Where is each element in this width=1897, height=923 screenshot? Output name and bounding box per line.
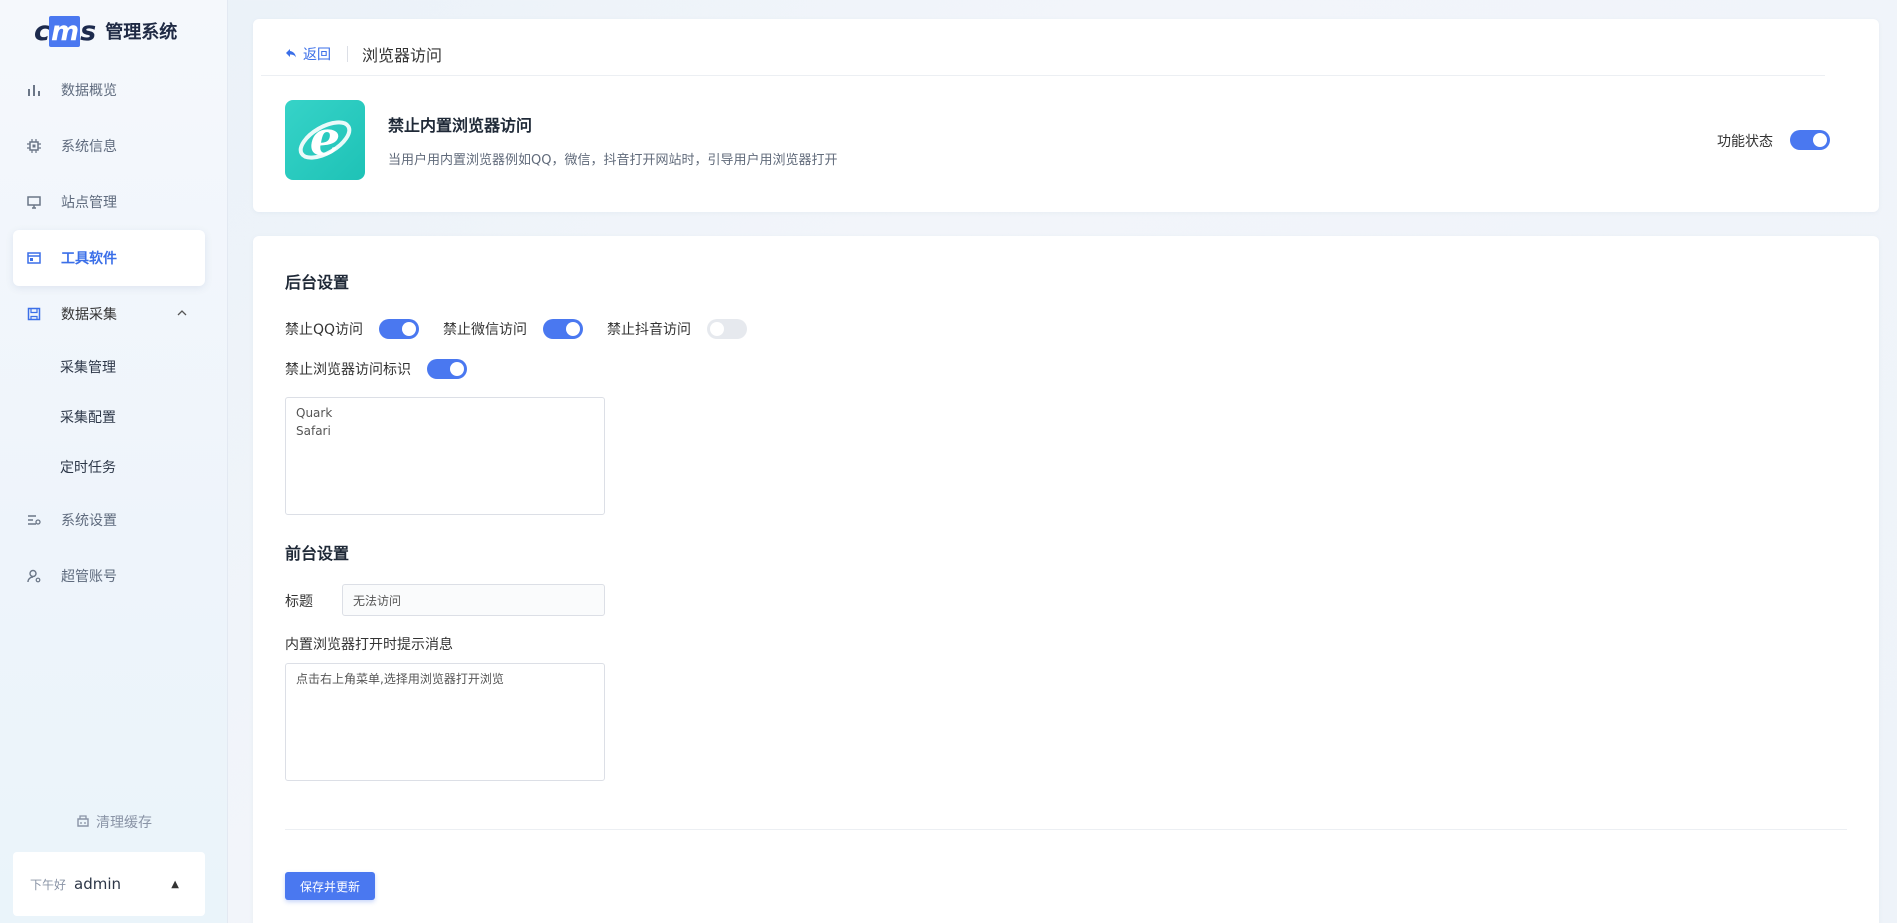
ua-toggle-row: 禁止浏览器访问标识 <box>285 358 467 380</box>
sidebar-item-overview[interactable]: 数据概览 <box>13 62 205 118</box>
feature-header-card: 返回 浏览器访问 e 禁止内置浏览器访问 当用户用内置浏览器例如QQ，微信，抖音… <box>253 19 1879 212</box>
divider <box>261 75 1825 76</box>
feature-title: 禁止内置浏览器访问 <box>388 116 533 135</box>
chevron-up-icon <box>177 307 187 321</box>
ie-browser-icon: e <box>285 100 365 180</box>
sidebar-item-label: 系统设置 <box>61 513 117 529</box>
feature-description: 当用户用内置浏览器例如QQ，微信，抖音打开网站时，引导用户用浏览器打开 <box>388 153 838 168</box>
page-title: 浏览器访问 <box>362 46 443 65</box>
sidebar-item-label: 数据概览 <box>61 83 117 99</box>
bar-chart-icon <box>26 82 42 98</box>
sidebar-item-label: 系统信息 <box>61 139 117 155</box>
backend-settings-title: 后台设置 <box>285 273 350 292</box>
user-key-icon <box>26 568 42 584</box>
sidebar-subitem-scheduled-tasks[interactable]: 定时任务 <box>13 442 205 492</box>
monitor-icon <box>26 194 42 210</box>
app-title: 管理系统 <box>105 22 178 43</box>
greeting: 下午好 <box>30 877 67 892</box>
toggle-label: 禁止浏览器访问标识 <box>285 362 411 378</box>
divider <box>285 829 1847 830</box>
settings-card: 后台设置 禁止QQ访问 禁止微信访问 禁止抖音访问 禁止浏览器访问标识 Quar… <box>253 236 1879 923</box>
user-menu[interactable]: 下午好 admin ▲ <box>13 852 205 916</box>
username: admin <box>74 875 122 893</box>
sidebar-item-label: 工具软件 <box>61 251 117 267</box>
block-ua-toggle[interactable] <box>427 359 467 379</box>
status-label: 功能状态 <box>1717 134 1773 150</box>
sidebar-item-data-collection[interactable]: 数据采集 <box>13 286 205 342</box>
title-field-label: 标题 <box>285 594 313 610</box>
toggle-label: 禁止QQ访问 <box>285 322 364 338</box>
sidebar-nav: 数据概览 系统信息 站点管理 工具软件 数据采集 采集管理 采集配置 定时任务 … <box>13 62 205 604</box>
title-input[interactable] <box>342 584 605 616</box>
toggle-group-wechat: 禁止微信访问 <box>443 319 584 339</box>
caret-up-icon[interactable]: ▲ <box>171 879 179 890</box>
toggle-label: 禁止微信访问 <box>443 322 528 338</box>
frontend-settings-title: 前台设置 <box>285 544 350 563</box>
save-icon <box>26 306 42 322</box>
svg-text:e: e <box>310 111 341 167</box>
clear-cache-button[interactable]: 清理缓存 <box>0 812 228 832</box>
sidebar-item-admin-account[interactable]: 超管账号 <box>13 548 205 604</box>
ua-list-textarea[interactable]: Quark Safari <box>285 397 605 515</box>
sidebar-subitem-collect-manage[interactable]: 采集管理 <box>13 342 205 392</box>
message-textarea[interactable]: 点击右上角菜单,选择用浏览器打开浏览 <box>285 663 605 781</box>
clear-cache-label: 清理缓存 <box>96 815 152 831</box>
toggle-group-qq: 禁止QQ访问 <box>285 319 420 339</box>
breadcrumb: 返回 浏览器访问 <box>285 41 442 67</box>
toggle-label: 禁止抖音访问 <box>607 322 692 338</box>
block-qq-toggle[interactable] <box>379 319 420 339</box>
block-douyin-toggle[interactable] <box>707 319 748 339</box>
back-label: 返回 <box>303 47 331 63</box>
cms-logo-mark: cms <box>34 15 96 47</box>
sidebar: cms 管理系统 数据概览 系统信息 站点管理 工具软件 数据采集 采集管理 采… <box>0 0 228 923</box>
sidebar-item-tools[interactable]: 工具软件 <box>13 230 205 286</box>
sidebar-item-system-settings[interactable]: 系统设置 <box>13 492 205 548</box>
message-field-label: 内置浏览器打开时提示消息 <box>285 637 453 653</box>
settings-sliders-icon <box>26 512 42 528</box>
toggle-group-douyin: 禁止抖音访问 <box>607 319 748 339</box>
sidebar-item-label: 超管账号 <box>61 569 117 585</box>
breadcrumb-separator <box>347 46 348 62</box>
platform-toggles: 禁止QQ访问 禁止微信访问 禁止抖音访问 <box>285 318 771 340</box>
block-wechat-toggle[interactable] <box>543 319 584 339</box>
chip-icon <box>26 138 42 154</box>
save-and-update-button[interactable]: 保存并更新 <box>285 872 375 900</box>
feature-status-toggle[interactable] <box>1790 130 1830 150</box>
broom-icon <box>76 813 90 831</box>
sidebar-item-system-info[interactable]: 系统信息 <box>13 118 205 174</box>
sidebar-subitem-collect-config[interactable]: 采集配置 <box>13 392 205 442</box>
back-button[interactable]: 返回 <box>285 44 331 64</box>
back-arrow-icon <box>285 47 297 62</box>
browser-window-icon <box>26 250 42 266</box>
sidebar-item-sites[interactable]: 站点管理 <box>13 174 205 230</box>
sidebar-item-label: 站点管理 <box>61 195 117 211</box>
logo: cms 管理系统 <box>34 15 178 47</box>
sidebar-item-label: 数据采集 <box>61 307 117 323</box>
